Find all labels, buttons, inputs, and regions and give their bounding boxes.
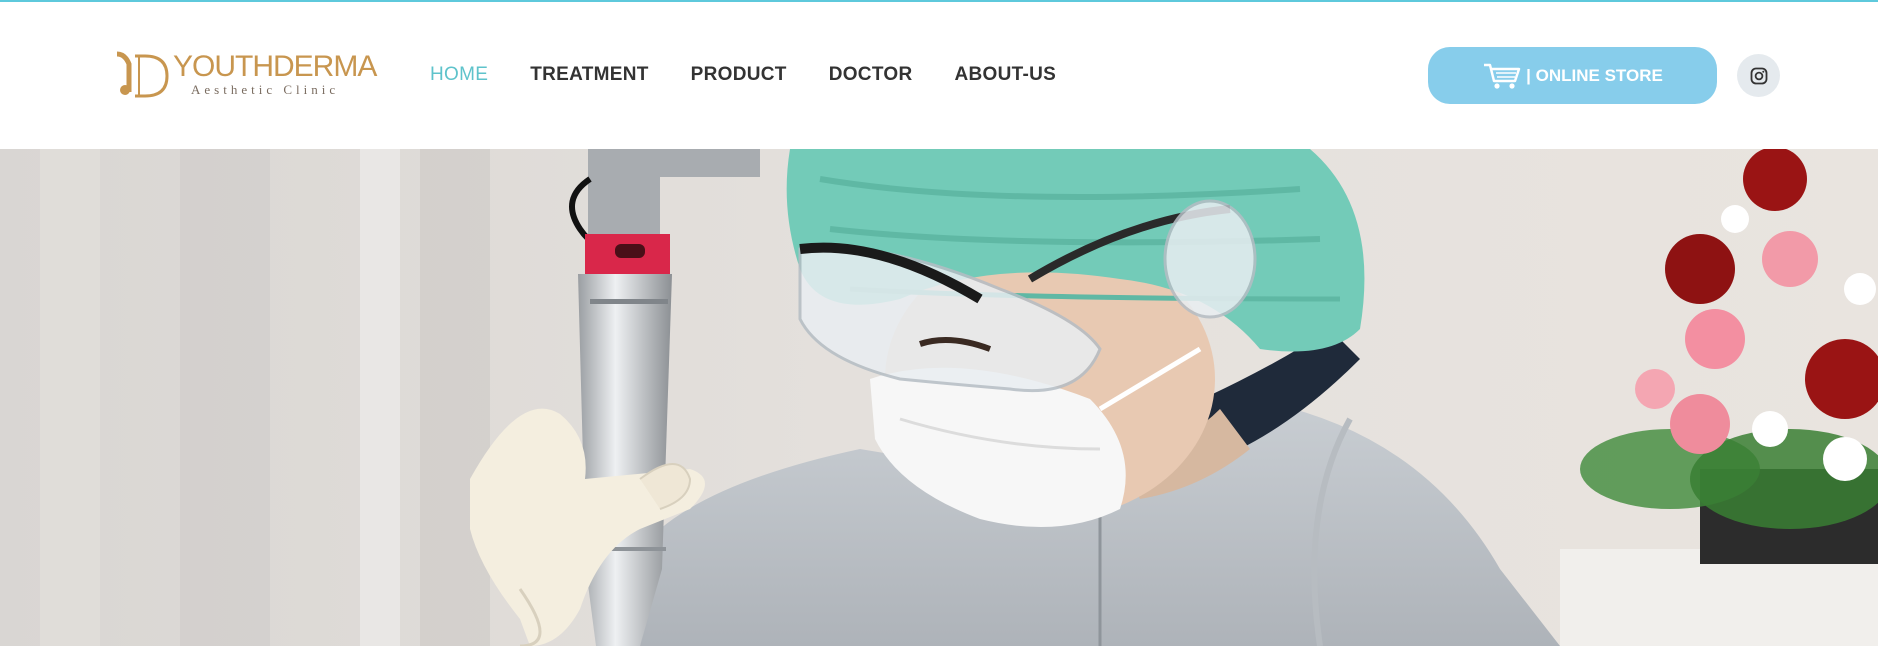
instagram-button[interactable]	[1737, 54, 1780, 97]
nav-product[interactable]: PRODUCT	[691, 64, 787, 92]
hero-banner	[0, 149, 1878, 646]
nav-treatment[interactable]: TREATMENT	[530, 64, 648, 92]
shopping-cart-icon	[1484, 63, 1521, 89]
nav-about-us[interactable]: ABOUT-US	[955, 64, 1057, 92]
hero-photo	[0, 149, 1878, 646]
nav-home[interactable]: HOME	[430, 64, 488, 92]
nav-doctor[interactable]: DOCTOR	[829, 64, 913, 92]
instagram-icon	[1750, 67, 1767, 84]
brand-name: YOUTHDERMA	[173, 50, 377, 83]
site-header: YOUTHDERMA Aesthetic Clinic HOME TREATME…	[0, 2, 1878, 149]
brand-logo[interactable]: YOUTHDERMA Aesthetic Clinic	[111, 50, 377, 102]
brand-tagline: Aesthetic Clinic	[191, 82, 340, 97]
logo-text: YOUTHDERMA Aesthetic Clinic	[173, 50, 377, 102]
logo-mark-icon	[116, 51, 169, 98]
online-store-label: | ONLINE STORE	[1526, 65, 1663, 85]
online-store-button[interactable]: | ONLINE STORE	[1428, 47, 1717, 104]
main-nav: HOME TREATMENT PRODUCT DOCTOR ABOUT-US	[430, 64, 1098, 92]
